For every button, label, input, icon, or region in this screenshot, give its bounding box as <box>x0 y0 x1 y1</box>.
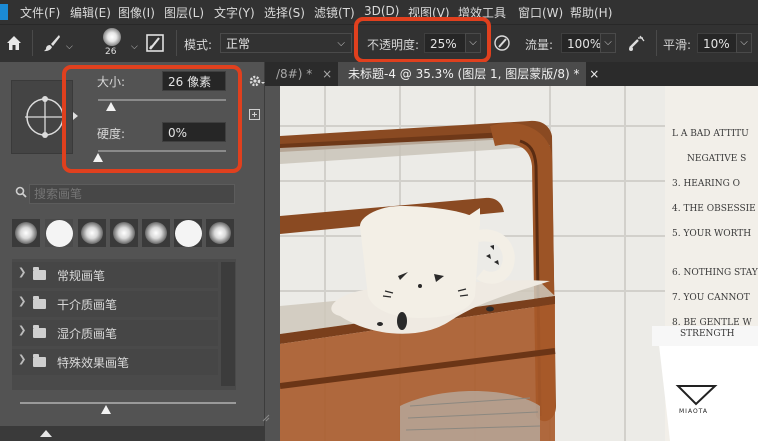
chevron-right-icon: ❯ <box>18 267 27 278</box>
brush-preset-dropdown-arrow[interactable]: ⌵ <box>131 42 138 52</box>
brush-tip-soft-round[interactable] <box>12 219 40 247</box>
sign-line: 5. YOUR WORTH <box>672 229 752 239</box>
brush-tip-soft-round[interactable] <box>78 219 106 247</box>
gear-icon[interactable] <box>247 73 267 89</box>
brush-size-small-label: 26 <box>105 47 117 57</box>
brush-group-label: 湿介质画笔 <box>57 327 118 341</box>
folder-icon <box>33 354 46 367</box>
sign-line: 6. NOTHING STAY <box>672 268 758 278</box>
tab-active-document[interactable]: 未标题-4 @ 35.3% (图层 1, 图层蒙版/8) * × <box>338 62 599 86</box>
folder-icon <box>33 296 46 309</box>
sign-line: 4. THE OBSESSIE <box>672 204 756 214</box>
brush-settings-panel-icon[interactable] <box>143 31 167 55</box>
photoshop-logo-icon <box>0 4 8 20</box>
home-icon[interactable] <box>3 32 25 54</box>
tab-label: 未标题-4 @ 35.3% (图层 1, 图层蒙版/8) * <box>348 67 580 81</box>
brush-group-label: 干介质画笔 <box>57 298 118 312</box>
menu-type[interactable]: 文字(Y) <box>214 4 255 21</box>
tab-label: /8#) * <box>276 67 313 81</box>
flow-dropdown-button[interactable]: ⌵ <box>600 33 616 53</box>
chevron-right-icon: ❯ <box>18 296 27 307</box>
sign-text: L A BAD ATTITU NEGATIVE S 3. HEARING O 4… <box>672 122 758 339</box>
sign-line: 7. YOU CANNOT <box>672 293 750 303</box>
triangle-icon <box>40 430 52 437</box>
folder-icon <box>33 325 46 338</box>
close-icon[interactable]: × <box>322 67 332 81</box>
brush-group-wet-media[interactable]: ❯ 湿介质画笔 <box>12 320 218 346</box>
mode-label: 模式: <box>184 38 213 52</box>
menu-window[interactable]: 窗口(W) <box>518 4 563 21</box>
smoothing-input[interactable]: 10% <box>697 33 737 53</box>
sign-line: NEGATIVE S <box>687 154 747 164</box>
airbrush-icon[interactable] <box>625 32 649 54</box>
menu-help[interactable]: 帮助(H) <box>570 4 612 21</box>
flow-label: 流量: <box>525 38 554 52</box>
smoothing-dropdown-button[interactable]: ⌵ <box>736 33 752 53</box>
separator <box>176 30 177 56</box>
brush-search-input[interactable] <box>29 184 235 204</box>
brush-group-general[interactable]: ❯ 常规画笔 <box>12 262 218 288</box>
flow-input[interactable]: 100% <box>561 33 601 53</box>
smoothing-label: 平滑: <box>663 38 692 52</box>
cup-brand-text: MIAOTA <box>679 408 708 415</box>
annotation-highlight-opacity <box>354 17 491 63</box>
preview-size-slider-track[interactable] <box>20 402 236 404</box>
close-icon[interactable]: × <box>589 67 599 81</box>
sign-line: STRENGTH <box>680 329 735 339</box>
sign-line: 3. HEARING O <box>672 179 741 189</box>
menu-filter[interactable]: 滤镜(T) <box>314 4 355 21</box>
sign-line: L A BAD ATTITU <box>672 129 749 139</box>
brush-group-special-effects[interactable]: ❯ 特殊效果画笔 <box>12 349 218 375</box>
menu-select[interactable]: 选择(S) <box>264 4 305 21</box>
brush-group-label: 常规画笔 <box>57 269 106 283</box>
pressure-opacity-icon[interactable] <box>491 32 513 54</box>
annotation-highlight-size-hardness <box>62 65 242 173</box>
separator <box>32 30 33 56</box>
resize-grip-icon[interactable] <box>262 411 270 422</box>
menu-edit[interactable]: 编辑(E) <box>70 4 111 21</box>
blend-mode-value: 正常 <box>226 37 251 51</box>
brush-tip-soft-round[interactable] <box>206 219 234 247</box>
brush-tool-icon[interactable] <box>40 31 64 55</box>
brush-tip-soft-round[interactable] <box>142 219 170 247</box>
chevron-down-icon: ⌵ <box>337 38 345 49</box>
blend-mode-select[interactable]: 正常 ⌵ <box>220 33 352 53</box>
sign-line: 8. BE GENTLE W <box>672 318 752 328</box>
chevron-right-icon: ❯ <box>18 354 27 365</box>
tool-preset-dropdown[interactable]: ⌵ <box>66 42 73 52</box>
brush-tip-preview-icon <box>103 28 121 46</box>
separator <box>656 30 657 56</box>
preview-size-slider-thumb[interactable] <box>101 405 112 414</box>
menu-3d[interactable]: 3D(D) <box>364 4 399 18</box>
brush-group-dry-media[interactable]: ❯ 干介质画笔 <box>12 291 218 317</box>
new-preset-icon[interactable] <box>249 109 260 120</box>
menu-image[interactable]: 图像(I) <box>118 4 155 21</box>
brush-tip-hard-round[interactable] <box>174 219 202 247</box>
folder-icon <box>33 267 46 280</box>
tab-previous-document[interactable]: /8#) * × <box>272 62 338 86</box>
brush-group-label: 特殊效果画笔 <box>57 356 130 370</box>
brush-preset-picker[interactable]: 26 <box>94 27 134 60</box>
menu-file[interactable]: 文件(F) <box>20 4 60 21</box>
brush-tip-soft-round[interactable] <box>110 219 138 247</box>
brush-list-scrollbar[interactable] <box>221 262 235 386</box>
menu-layer[interactable]: 图层(L) <box>164 4 204 21</box>
chevron-right-icon: ❯ <box>18 325 27 336</box>
document-canvas[interactable]: L A BAD ATTITU NEGATIVE S 3. HEARING O 4… <box>280 86 758 441</box>
brush-tip-hard-round-selected[interactable] <box>45 219 73 247</box>
search-icon <box>15 186 27 198</box>
